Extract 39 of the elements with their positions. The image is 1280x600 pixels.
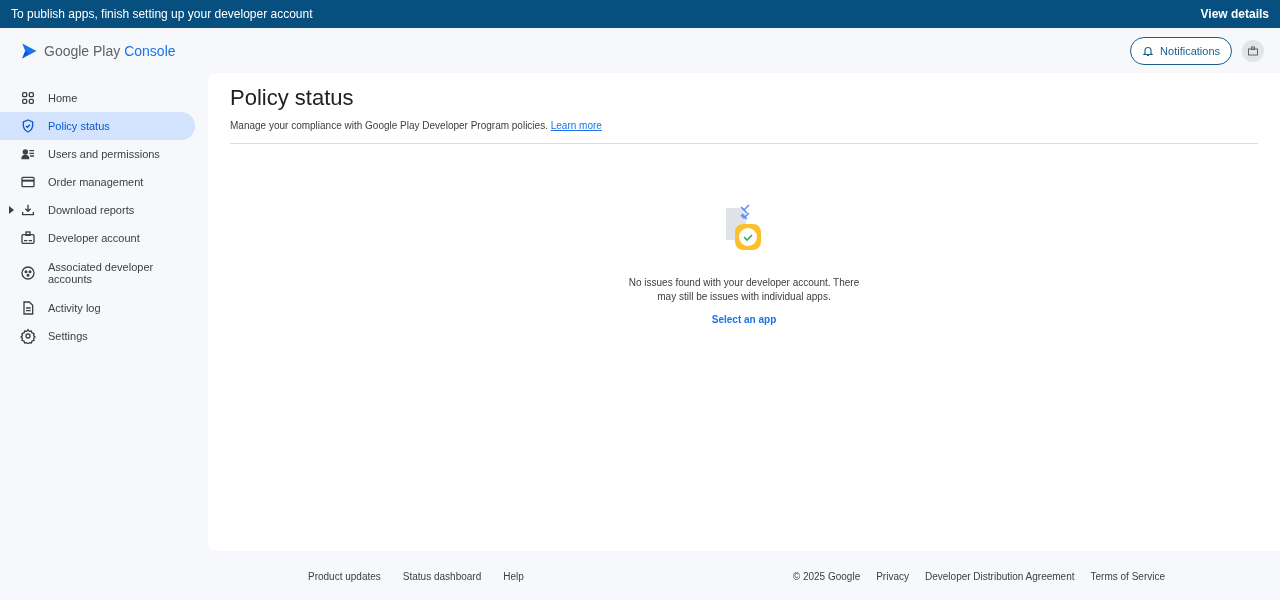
learn-more-link[interactable]: Learn more — [550, 120, 602, 131]
account-button[interactable] — [1242, 39, 1264, 62]
grid-icon — [20, 90, 36, 106]
view-details-link[interactable]: View details — [1200, 7, 1269, 21]
footer-link[interactable]: Help — [503, 570, 524, 582]
banner-message: To publish apps, finish setting up your developer account — [11, 7, 313, 21]
sidebar-item[interactable]: Users and permissions — [0, 140, 195, 168]
sidebar-item[interactable]: Policy status — [0, 112, 195, 140]
sidebar-item[interactable]: Order management — [0, 168, 195, 196]
circle-dots-icon — [20, 265, 36, 281]
sidebar-item[interactable]: Associated developer accounts — [0, 252, 195, 294]
select-app-link[interactable]: Select an app — [711, 314, 777, 325]
badge-icon — [20, 230, 36, 246]
footer-link[interactable]: Product updates — [308, 570, 381, 582]
sidebar-item[interactable]: Download reports — [0, 196, 195, 224]
sidebar-item[interactable]: Activity log — [0, 294, 195, 322]
document-icon — [20, 300, 36, 316]
footer-link[interactable]: Terms of Service — [1090, 570, 1165, 582]
copyright-text: © 2025 Google — [792, 570, 861, 582]
briefcase-icon — [1247, 44, 1259, 57]
download-icon — [20, 202, 36, 218]
bell-icon — [1142, 44, 1155, 57]
empty-state-message: No issues found with your developer account. There may still be issues with individual apps. — [627, 276, 861, 304]
card-icon — [20, 174, 36, 190]
page-subtitle: Manage your compliance with Google Play Developer Program policies. Learn more — [230, 120, 1258, 144]
footer-link[interactable]: Privacy — [876, 570, 909, 582]
notifications-button[interactable]: Notifications — [1130, 36, 1232, 65]
logo-text: Google Play Console — [44, 42, 176, 59]
shield-check-icon — [20, 118, 36, 134]
people-list-icon — [20, 146, 36, 162]
sidebar-item[interactable]: Developer account — [0, 224, 195, 252]
caret-icon[interactable] — [7, 206, 15, 214]
footer-link[interactable]: Status dashboard — [402, 570, 482, 582]
page-title: Policy status — [230, 85, 355, 111]
play-logo-icon — [20, 41, 38, 60]
sidebar-item[interactable]: Home — [0, 84, 195, 112]
settings-icon — [20, 328, 36, 344]
sidebar-item[interactable]: Settings — [0, 322, 195, 350]
footer-link[interactable]: Developer Distribution Agreement — [925, 570, 1075, 582]
